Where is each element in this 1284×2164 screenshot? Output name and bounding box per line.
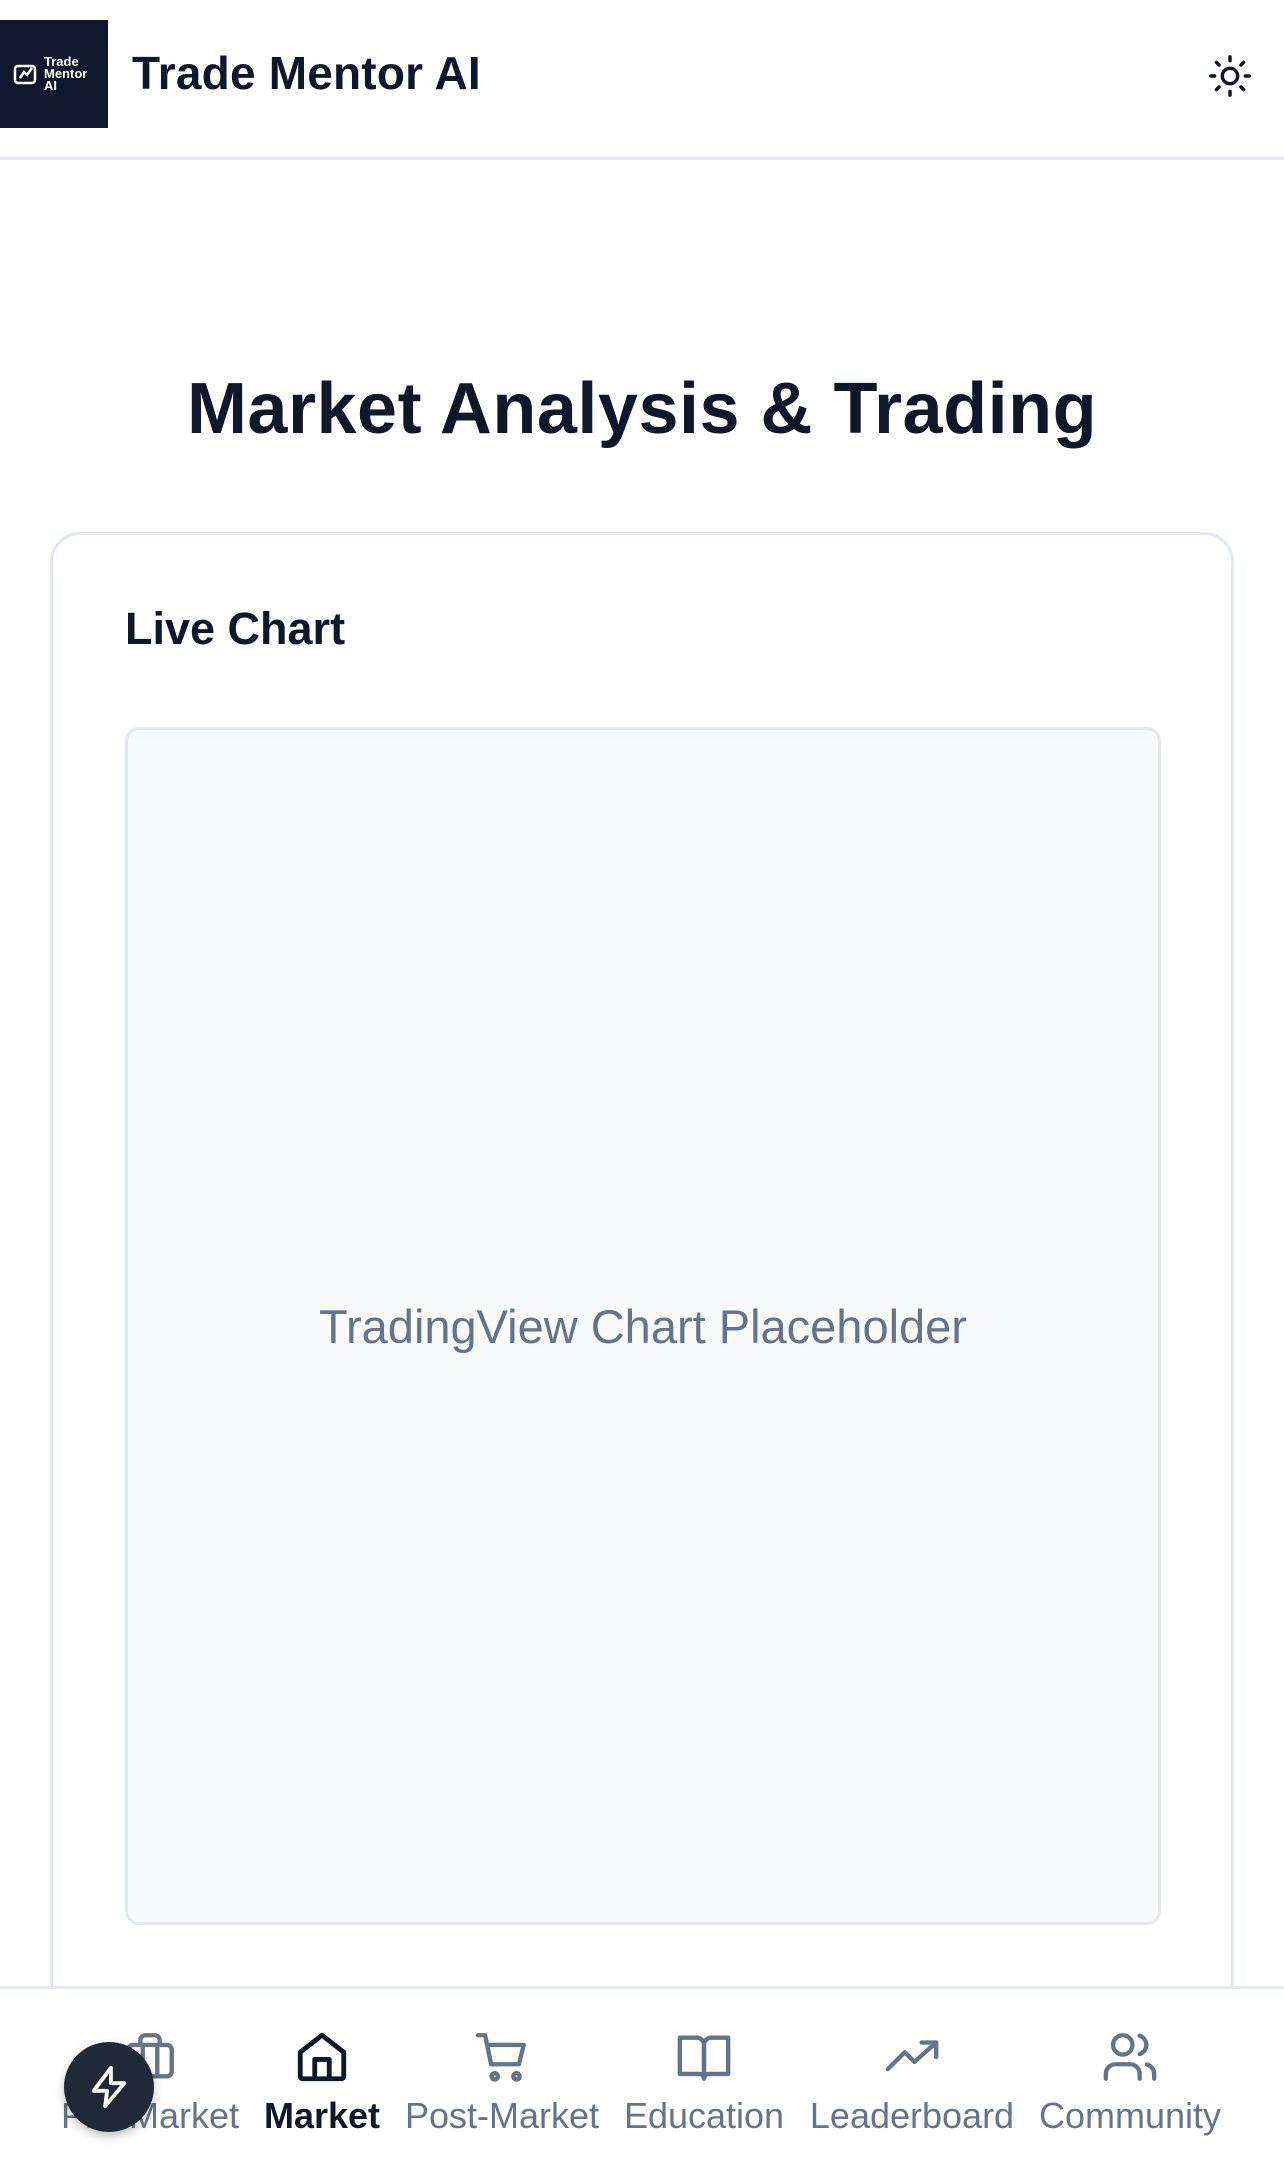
card-title: Live Chart — [125, 603, 346, 654]
nav-item-market[interactable]: Market — [252, 1989, 392, 2164]
app-title: Trade Mentor AI — [132, 47, 481, 99]
nav-label: Community — [1038, 2095, 1222, 2136]
book-open-icon — [677, 2035, 731, 2081]
app-logo[interactable]: Trade Mentor AI — [0, 20, 108, 128]
live-chart-card: Live Chart TradingView Chart Placeholder — [50, 532, 1234, 2012]
nav-label: Leaderboard — [809, 2095, 1015, 2136]
users-icon — [1103, 2033, 1157, 2081]
nav-label: Post-Market — [404, 2095, 600, 2136]
top-header: Trade Mentor AI Trade Mentor AI — [0, 0, 1284, 160]
chart-placeholder-text: TradingView Chart Placeholder — [319, 1299, 967, 1353]
nav-label: Market — [263, 2095, 381, 2136]
logo-text: Trade Mentor AI — [44, 54, 88, 93]
nav-item-community[interactable]: Community — [1030, 1989, 1230, 2164]
sun-icon — [1209, 55, 1251, 97]
logo-mark-icon — [13, 64, 37, 85]
shopping-cart-icon — [475, 2033, 526, 2082]
nav-item-education[interactable]: Education — [614, 1989, 794, 2164]
lightning-icon — [91, 2065, 127, 2109]
nav-item-leaderboard[interactable]: Leaderboard — [806, 1989, 1018, 2164]
quick-action-button[interactable] — [64, 2042, 154, 2132]
home-icon — [297, 2032, 347, 2082]
trending-up-icon — [885, 2040, 939, 2072]
bottom-navigation: Pre-Market Market Post-Market Education … — [0, 1986, 1284, 2164]
page-title: Market Analysis & Trading — [186, 369, 1098, 449]
app-page: Trade Mentor AI Trade Mentor AI Market A… — [0, 0, 1284, 2164]
chart-container[interactable]: TradingView Chart Placeholder — [125, 727, 1161, 1925]
theme-toggle-button[interactable] — [1202, 48, 1258, 104]
nav-item-post-market[interactable]: Post-Market — [400, 1989, 604, 2164]
nav-label: Education — [623, 2095, 785, 2136]
